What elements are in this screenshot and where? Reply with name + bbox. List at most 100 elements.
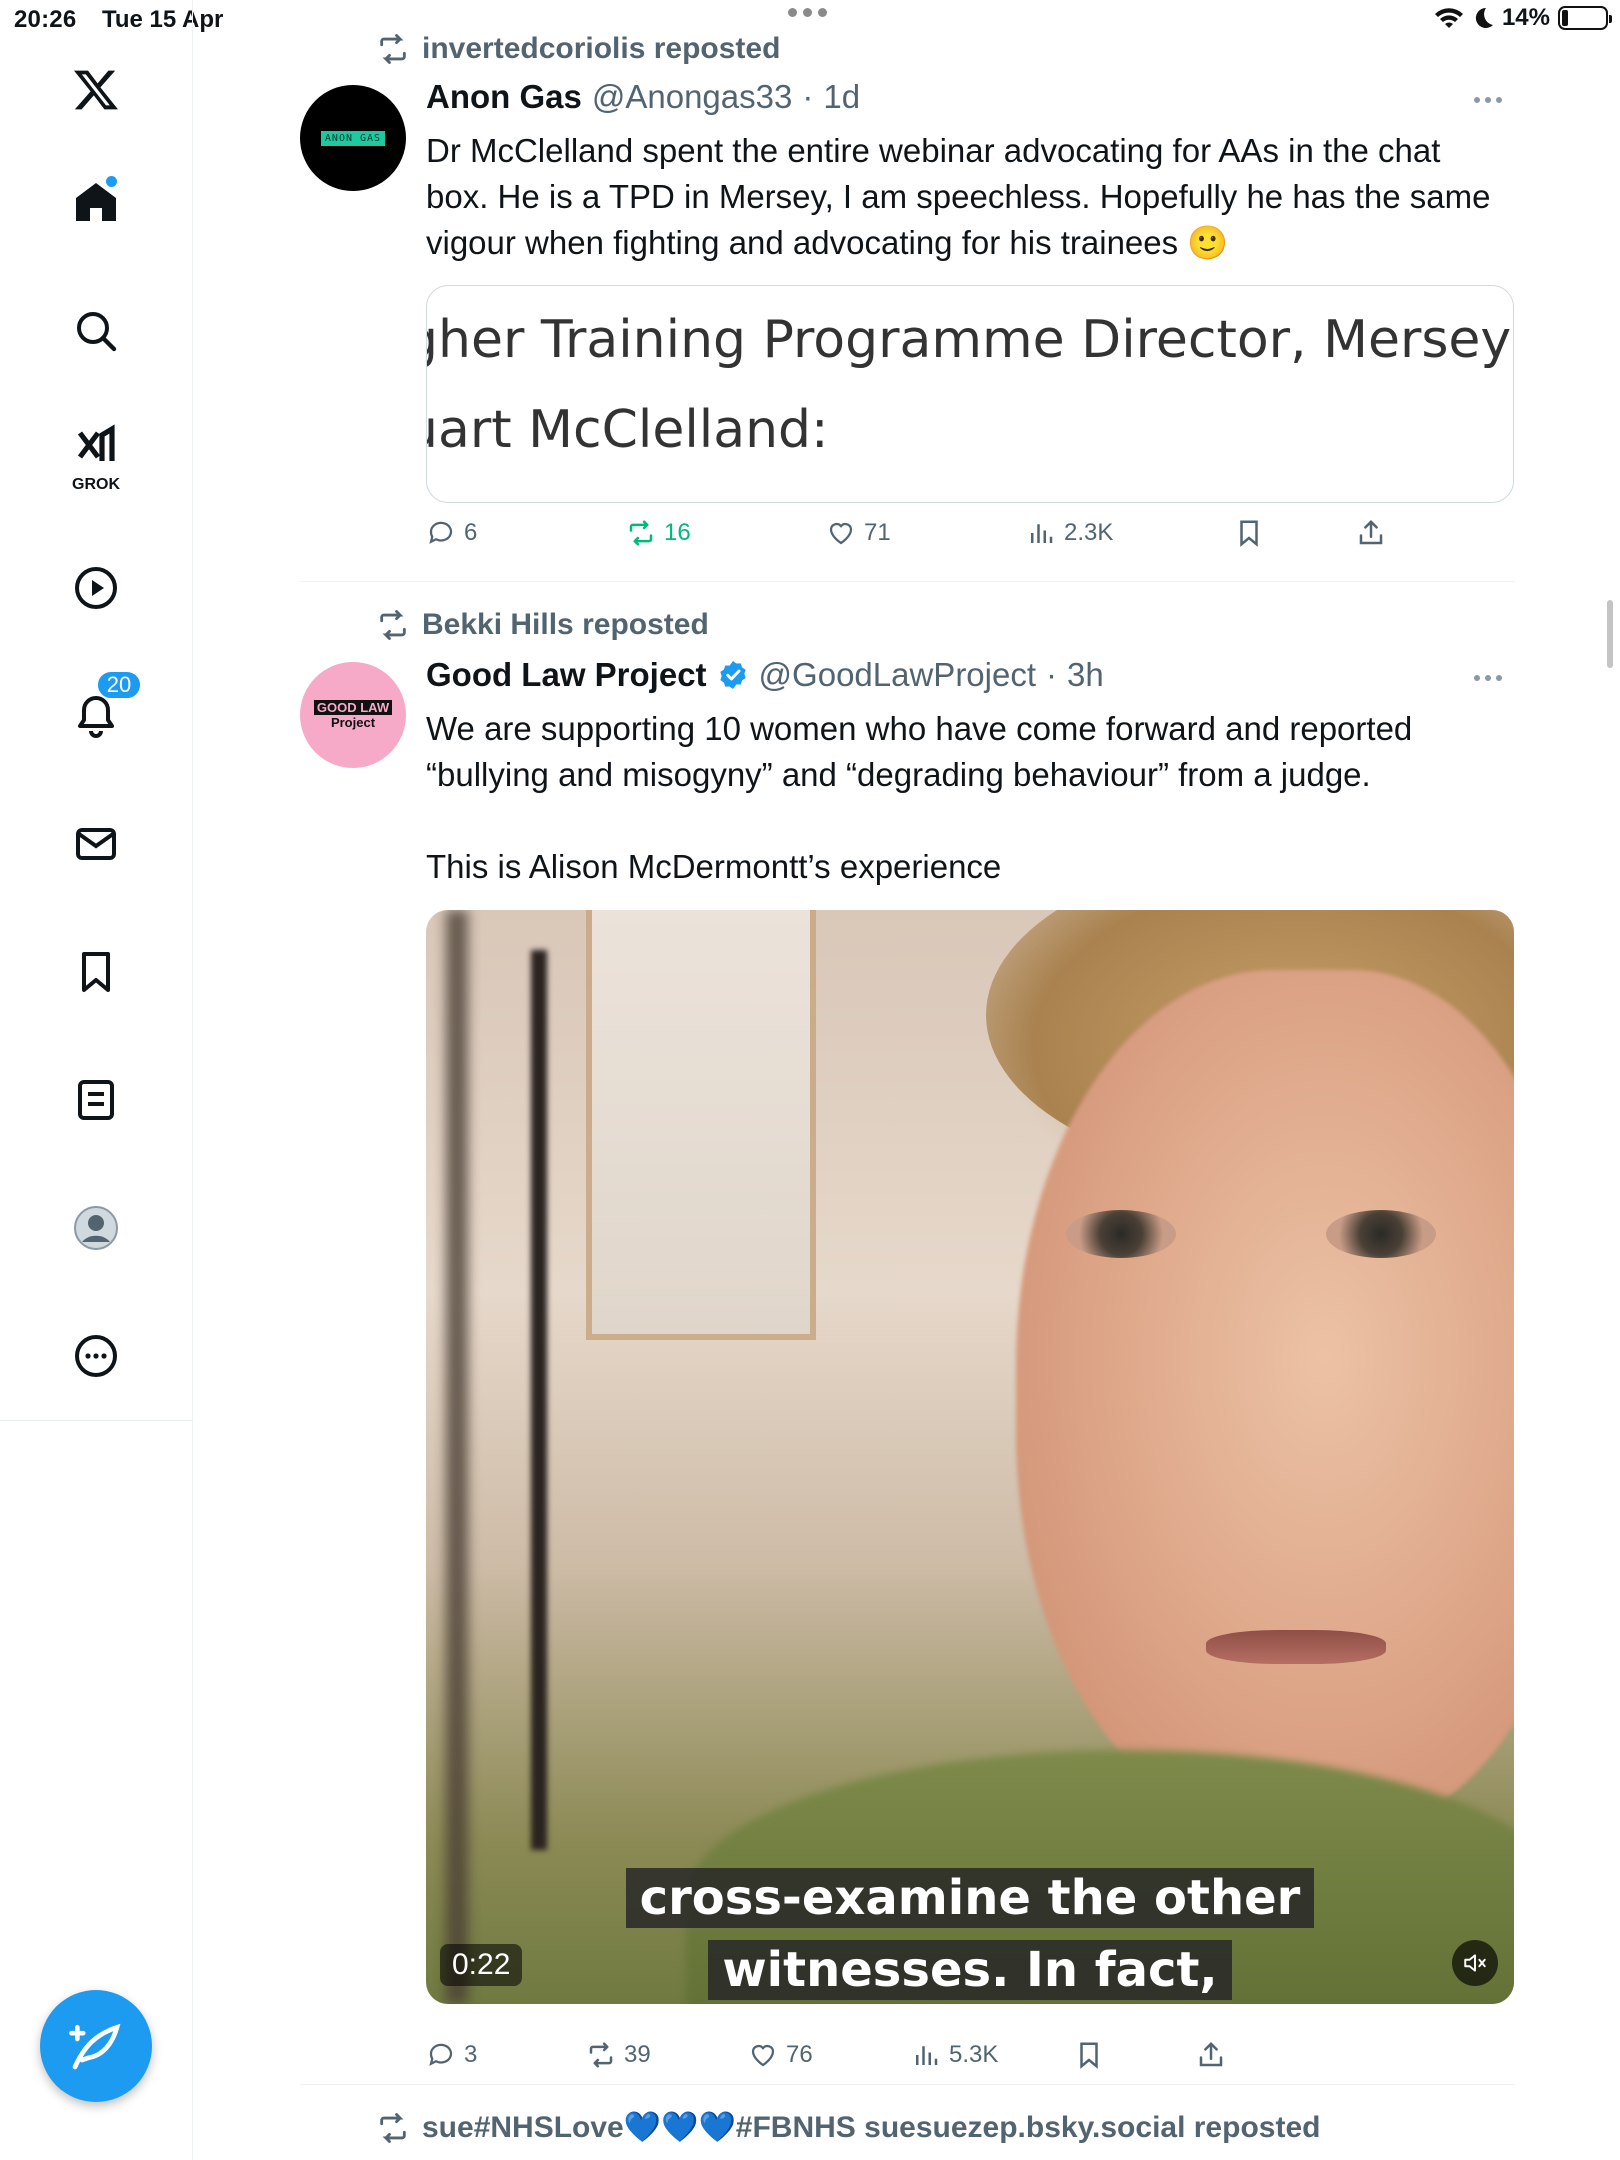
quote-line-2: uart McClelland:	[426, 400, 829, 460]
tweet-actions: 3 39 76 5.3K	[426, 2040, 1426, 2080]
views-count: 5.3K	[949, 2041, 999, 2068]
bell-icon[interactable]: 20	[56, 670, 142, 756]
share-icon	[1359, 519, 1383, 545]
wifi-icon	[1434, 8, 1463, 28]
avatar-label-top: GOOD LAW	[313, 700, 393, 715]
tweet-time[interactable]: 3h	[1067, 656, 1104, 694]
repost-icon	[380, 610, 406, 640]
mute-button[interactable]	[1452, 1940, 1498, 1986]
bookmark-icon	[1080, 2042, 1098, 2069]
play-icon[interactable]	[56, 548, 136, 628]
bookmark-button[interactable]	[1074, 2040, 1104, 2070]
tweet-divider	[300, 2084, 1515, 2085]
notification-badge: 20	[96, 670, 142, 700]
bookmark-button[interactable]	[1234, 518, 1264, 548]
repost-context: invertedcoriolis reposted	[376, 32, 780, 66]
repost-context: sue#NHSLove💙💙💙#FBNHS suesuezep.bsky.soci…	[376, 2110, 1320, 2145]
bookmark-icon[interactable]	[56, 932, 136, 1012]
quoted-image[interactable]: gher Training Programme Director, Mersey…	[426, 285, 1514, 503]
like-button[interactable]: 71	[826, 518, 891, 548]
repost-context-text[interactable]: invertedcoriolis reposted	[422, 32, 780, 66]
compose-button[interactable]	[40, 1990, 152, 2102]
avatar[interactable]: ANON GAS	[300, 85, 406, 191]
status-right: 14%	[1434, 4, 1612, 32]
repost-count: 16	[664, 519, 691, 546]
tweet[interactable]: invertedcoriolis reposted ANON GAS Anon …	[300, 30, 1515, 580]
video-duration: 0:22	[440, 1944, 523, 1986]
tweet[interactable]: Bekki Hills reposted GOOD LAW Project Go…	[300, 608, 1515, 2070]
video-caption-line-1: cross-examine the other	[426, 1868, 1514, 1928]
author-handle[interactable]: @GoodLawProject	[759, 656, 1036, 694]
views-icon	[1031, 524, 1053, 543]
more-options-icon[interactable]	[1474, 673, 1510, 683]
reply-button[interactable]: 6	[426, 518, 477, 548]
heart-icon	[829, 522, 853, 545]
reply-count: 6	[464, 519, 478, 546]
scrollbar[interactable]	[1607, 600, 1613, 668]
repost-context-text[interactable]: Bekki Hills reposted	[422, 608, 709, 642]
views-count: 2.3K	[1064, 519, 1114, 546]
search-icon[interactable]	[56, 291, 136, 371]
mail-icon[interactable]	[56, 804, 136, 884]
repost-icon	[629, 520, 653, 546]
more-circle-icon[interactable]	[56, 1316, 136, 1396]
repost-icon	[380, 2112, 406, 2143]
moon-icon	[1475, 7, 1493, 28]
tweet-header: Anon Gas @Anongas33 · 1d	[426, 78, 860, 116]
reply-count: 3	[464, 2041, 478, 2068]
repost-icon	[380, 34, 406, 64]
grok-label: GROK	[72, 476, 120, 493]
grok-icon[interactable]: GROK	[56, 418, 136, 498]
share-button[interactable]	[1196, 2040, 1226, 2070]
reply-button[interactable]: 3	[426, 2040, 477, 2070]
multitasking-dots-icon[interactable]	[788, 8, 832, 22]
list-icon[interactable]	[56, 1060, 136, 1140]
like-button[interactable]: 76	[748, 2040, 813, 2070]
home-icon[interactable]	[56, 162, 136, 242]
share-button[interactable]	[1356, 518, 1386, 548]
avatar-icon[interactable]	[56, 1188, 136, 1268]
battery-percent: 14%	[1501, 4, 1550, 31]
bookmark-icon	[1240, 520, 1258, 547]
tweet-actions: 6 16 71 2.3K	[426, 518, 1426, 558]
battery-icon	[1558, 6, 1612, 30]
video-caption-line-2: witnesses. In fact,	[426, 1940, 1514, 2000]
avatar-label: ANON GAS	[320, 130, 386, 146]
tweet-text: We are supporting 10 women who have come…	[426, 710, 1413, 885]
heart-icon	[751, 2044, 775, 2067]
author-handle[interactable]: @Anongas33	[592, 78, 792, 116]
sidebar: GROK 20	[0, 0, 193, 2160]
tweet-time[interactable]: 1d	[823, 78, 860, 116]
like-count: 76	[786, 2041, 813, 2068]
repost-icon	[589, 2042, 613, 2068]
reply-icon	[429, 521, 453, 544]
views-button[interactable]: 5.3K	[911, 2040, 998, 2070]
views-button[interactable]: 2.3K	[1026, 518, 1113, 548]
repost-button[interactable]: 39	[586, 2040, 651, 2070]
separator-dot: ·	[802, 78, 814, 115]
repost-button[interactable]: 16	[626, 518, 691, 548]
reply-icon	[429, 2043, 453, 2066]
x-logo-icon[interactable]	[56, 50, 136, 130]
tweet-text: Dr McClelland spent the entire webinar a…	[426, 132, 1500, 261]
verified-badge-icon	[719, 661, 746, 689]
quote-line-1: gher Training Programme Director, Mersey…	[427, 310, 1513, 370]
tweet-divider	[300, 581, 1515, 582]
author-name[interactable]: Good Law Project	[426, 656, 707, 694]
like-count: 71	[864, 519, 891, 546]
share-icon	[1199, 2041, 1223, 2067]
avatar[interactable]: GOOD LAW Project	[300, 662, 406, 768]
speaker-muted-icon	[1464, 1954, 1486, 1972]
tweet-header: Good Law Project @GoodLawProject · 3h	[426, 656, 1104, 694]
compose-feather-icon	[69, 2023, 121, 2070]
separator-dot: ·	[1046, 656, 1058, 693]
sidebar-divider	[0, 1420, 193, 1421]
video-player[interactable]: cross-examine the other witnesses. In fa…	[426, 910, 1514, 2004]
repost-context-text[interactable]: sue#NHSLove💙💙💙#FBNHS suesuezep.bsky.soci…	[422, 2110, 1320, 2145]
repost-context: Bekki Hills reposted	[376, 608, 709, 642]
more-options-icon[interactable]	[1474, 95, 1510, 105]
home-notification-dot	[106, 176, 117, 187]
author-name[interactable]: Anon Gas	[426, 78, 582, 116]
repost-count: 39	[624, 2041, 651, 2068]
tweet[interactable]: sue#NHSLove💙💙💙#FBNHS suesuezep.bsky.soci…	[300, 2110, 1515, 2160]
